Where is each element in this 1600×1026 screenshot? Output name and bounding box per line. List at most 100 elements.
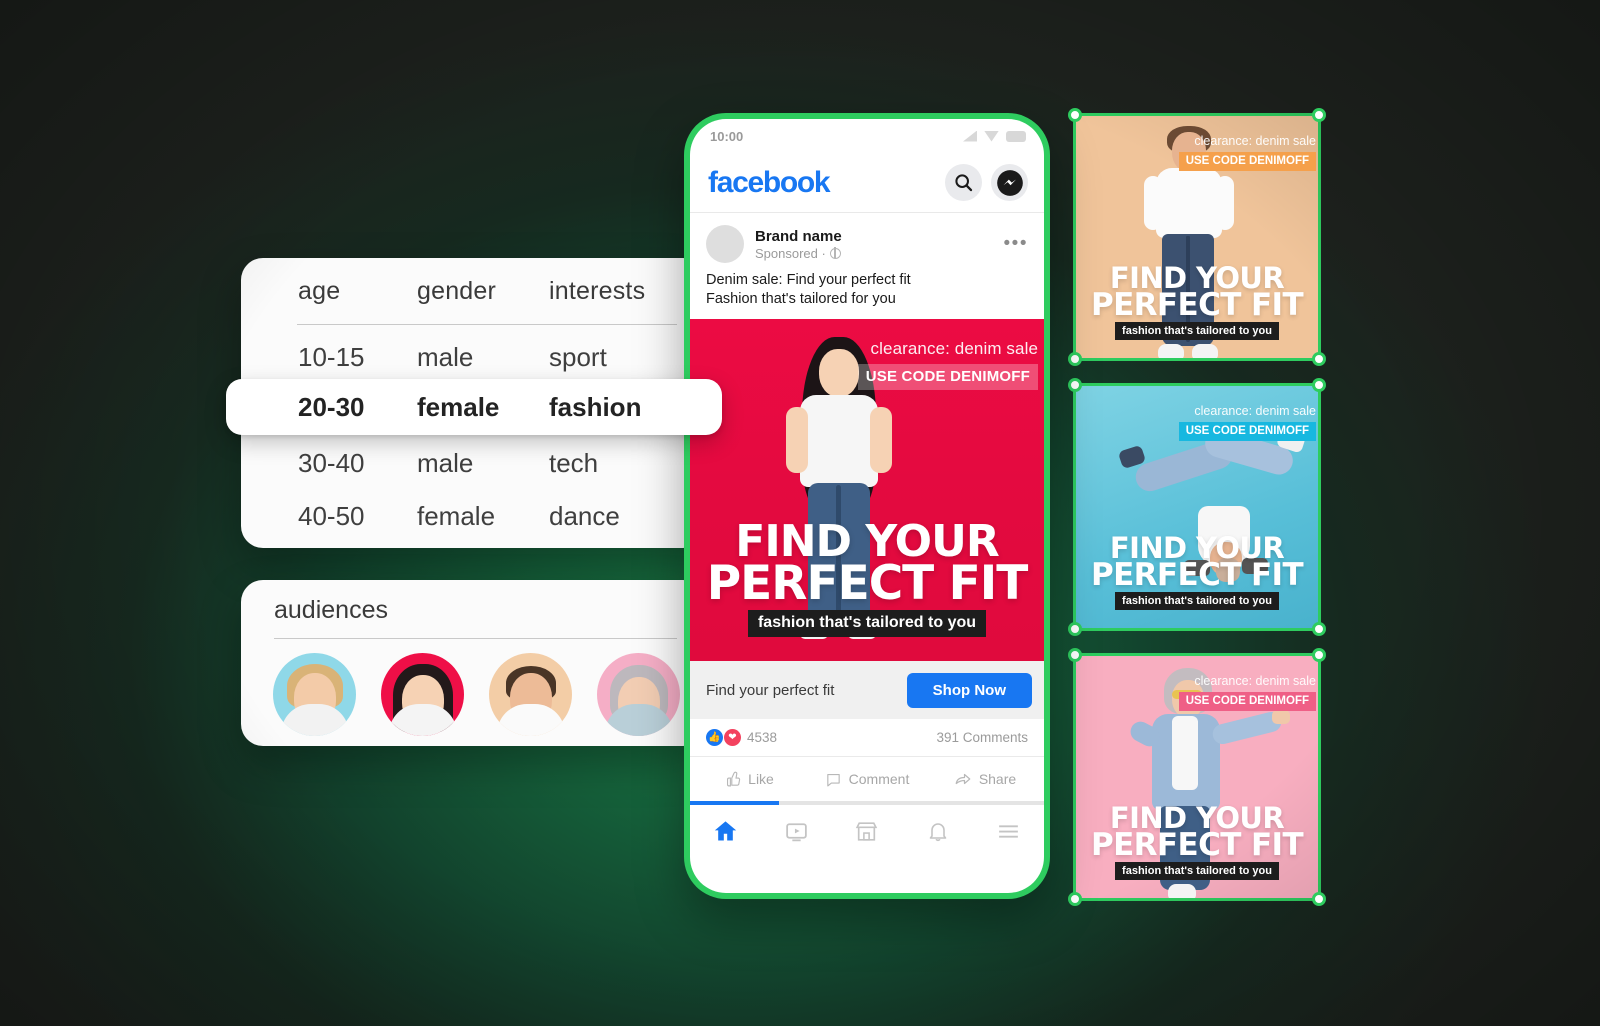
resize-handle-bottom-right[interactable] — [1312, 892, 1326, 906]
ad-variant-2-headline: FIND YOUR PERFECT FIT — [1076, 533, 1318, 594]
post-body: Denim sale: Find your perfect fit Fashio… — [690, 263, 1044, 319]
resize-handle-top-left[interactable] — [1068, 108, 1082, 122]
comment-count[interactable]: 391 Comments — [936, 730, 1028, 745]
facebook-app-bar: facebook — [690, 153, 1044, 213]
cell-interests: tech — [549, 448, 599, 478]
facebook-wordmark: facebook — [708, 165, 831, 199]
search-button[interactable] — [945, 164, 982, 201]
canvas-background: age gender interests 10-15 male sport 30… — [0, 0, 1600, 1026]
table-row[interactable]: 40-50 female dance — [269, 490, 677, 543]
audience-avatar-young-woman[interactable] — [381, 653, 464, 736]
cell-gender-selected: female — [417, 391, 500, 422]
comment-bubble-icon — [826, 773, 840, 787]
cell-age: 30-40 — [298, 448, 365, 478]
ad-variant-2-badges: clearance: denim sale USE CODE DENIMOFF — [1178, 404, 1316, 441]
column-header-age: age — [298, 276, 341, 305]
table-divider — [297, 324, 677, 325]
ad-variant-3-clearance: clearance: denim sale — [1194, 674, 1316, 688]
thumbs-up-reaction-icon: 👍 — [706, 729, 723, 747]
comment-action-button[interactable]: Comment — [808, 771, 926, 788]
ad-variant-card-3[interactable]: clearance: denim sale USE CODE DENIMOFF … — [1068, 648, 1326, 906]
cell-age-selected: 20-30 — [298, 391, 365, 422]
creative-badges: clearance: denim sale USE CODE DENIMOFF — [857, 339, 1038, 391]
sponsored-label-row: Sponsored · — [755, 246, 1004, 261]
ad-variant-3-promo-code: USE CODE DENIMOFF — [1178, 692, 1316, 711]
battery-icon — [1006, 130, 1026, 142]
audience-avatar-man[interactable] — [489, 653, 572, 736]
resize-handle-top-left[interactable] — [1068, 378, 1082, 392]
ad-variant-2-subline: fashion that's tailored to you — [1076, 591, 1318, 610]
tab-watch[interactable] — [761, 819, 832, 844]
resize-handle-bottom-left[interactable] — [1068, 892, 1082, 906]
ad-variant-3-subline-text: fashion that's tailored to you — [1115, 862, 1279, 880]
tab-home[interactable] — [690, 818, 761, 845]
ad-variant-3-headline-line-2: PERFECT FIT — [1090, 827, 1304, 864]
post-meta: Brand name Sponsored · — [755, 228, 1004, 261]
share-action-button[interactable]: Share — [926, 770, 1044, 788]
creative-headline-line-2: PERFECT FIT — [706, 556, 1029, 612]
ad-variant-1-promo-code: USE CODE DENIMOFF — [1178, 152, 1316, 171]
resize-handle-bottom-left[interactable] — [1068, 352, 1082, 366]
ad-variant-3-headline: FIND YOUR PERFECT FIT — [1076, 803, 1318, 864]
signal-icon — [963, 130, 977, 142]
tab-marketplace[interactable] — [832, 819, 903, 844]
bottom-tab-bar — [690, 805, 1044, 857]
tab-notifications[interactable] — [902, 819, 973, 843]
audiences-card: audiences — [241, 580, 705, 746]
resize-handle-top-right[interactable] — [1312, 378, 1326, 392]
audience-avatar-senior-woman[interactable] — [597, 653, 680, 736]
ad-variant-1-subline-text: fashion that's tailored to you — [1115, 322, 1279, 340]
resize-handle-top-right[interactable] — [1312, 648, 1326, 662]
table-row[interactable]: 10-15 male sport — [269, 331, 677, 384]
column-header-interests: interests — [549, 276, 646, 305]
status-bar: 10:00 — [690, 119, 1044, 153]
messenger-icon — [996, 169, 1023, 196]
thumbs-up-icon — [727, 771, 741, 787]
ad-variant-3-subline: fashion that's tailored to you — [1076, 861, 1318, 880]
more-options-icon[interactable]: ••• — [1004, 234, 1028, 254]
cell-interests: sport — [549, 342, 607, 372]
status-time: 10:00 — [710, 128, 744, 144]
cta-text: Find your perfect fit — [706, 681, 835, 699]
like-action-button[interactable]: Like — [690, 771, 808, 788]
ad-variant-1-subline: fashion that's tailored to you — [1076, 321, 1318, 340]
ad-creative-main[interactable]: clearance: denim sale USE CODE DENIMOFF … — [690, 319, 1044, 662]
tab-menu[interactable] — [973, 819, 1044, 844]
post-action-row: Like Comment Share — [690, 757, 1044, 801]
cell-age: 40-50 — [298, 501, 365, 531]
table-row-selected[interactable]: 20-30 female fashion — [226, 379, 722, 435]
resize-handle-bottom-right[interactable] — [1312, 352, 1326, 366]
app-bar-actions — [945, 164, 1028, 201]
column-header-gender: gender — [417, 276, 497, 305]
ad-variant-2-clearance: clearance: denim sale — [1194, 404, 1316, 418]
resize-handle-bottom-right[interactable] — [1312, 622, 1326, 636]
creative-clearance-text: clearance: denim sale — [870, 339, 1038, 359]
resize-handle-top-left[interactable] — [1068, 648, 1082, 662]
table-row[interactable]: 30-40 male tech — [269, 437, 677, 490]
ad-variant-2-content: clearance: denim sale USE CODE DENIMOFF … — [1076, 386, 1318, 628]
heart-reaction-icon: ❤ — [724, 729, 741, 747]
resize-handle-top-right[interactable] — [1312, 108, 1326, 122]
hamburger-menu-icon — [999, 825, 1018, 838]
ad-variant-card-2[interactable]: clearance: denim sale USE CODE DENIMOFF … — [1068, 378, 1326, 636]
wifi-icon — [984, 130, 999, 142]
post-header: Brand name Sponsored · ••• — [690, 213, 1044, 263]
phone-screen: 10:00 facebook Brand name Sponsored · ••… — [690, 119, 1044, 893]
messenger-button[interactable] — [991, 164, 1028, 201]
ad-variant-2-headline-line-2: PERFECT FIT — [1090, 557, 1304, 594]
reaction-count: 4538 — [747, 730, 778, 746]
brand-avatar[interactable] — [706, 225, 744, 263]
audiences-title: audiences — [274, 596, 388, 624]
audience-avatar-child[interactable] — [273, 653, 356, 736]
creative-subline: fashion that's tailored to you — [690, 610, 1044, 638]
table-header-row: age gender interests — [269, 258, 677, 324]
scroll-progress-indicator[interactable] — [690, 801, 1044, 806]
resize-handle-bottom-left[interactable] — [1068, 622, 1082, 636]
ad-variant-card-1[interactable]: clearance: denim sale USE CODE DENIMOFF … — [1068, 108, 1326, 366]
engagement-row: 👍 ❤ 4538 391 Comments — [690, 719, 1044, 758]
shop-now-button[interactable]: Shop Now — [906, 672, 1032, 708]
brand-name: Brand name — [755, 227, 842, 245]
share-arrow-icon — [955, 774, 971, 785]
phone-mockup: 10:00 facebook Brand name Sponsored · ••… — [684, 113, 1050, 899]
reaction-group[interactable]: 👍 ❤ 4538 — [706, 729, 778, 747]
